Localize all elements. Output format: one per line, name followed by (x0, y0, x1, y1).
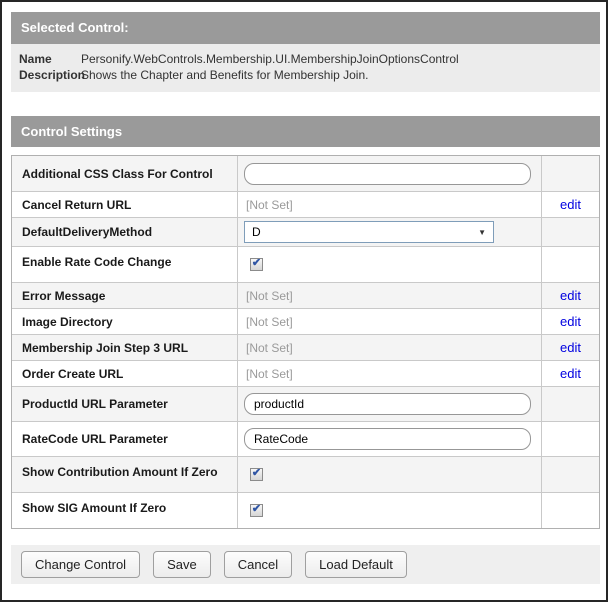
settings-row: Additional CSS Class For Control (12, 156, 599, 191)
settings-row: Cancel Return URL [Not Set] edit (12, 191, 599, 217)
change-control-button[interactable]: Change Control (21, 551, 141, 578)
setting-value-cell (238, 422, 542, 456)
setting-action-cell: edit (542, 283, 599, 308)
setting-value-cell: [Not Set] (238, 192, 542, 217)
setting-value-cell: [Not Set] (238, 335, 542, 360)
edit-link[interactable]: edit (560, 314, 581, 329)
setting-value-cell (238, 387, 542, 421)
cancel-button[interactable]: Cancel (223, 551, 293, 578)
setting-action-cell: edit (542, 309, 599, 334)
setting-label: Show SIG Amount If Zero (12, 493, 238, 528)
control-settings-page: Selected Control: Name Personify.WebCont… (0, 0, 608, 602)
description-label: Description (19, 68, 86, 82)
setting-readonly-value: [Not Set] (246, 314, 293, 329)
edit-link[interactable]: edit (560, 340, 581, 355)
setting-label: Order Create URL (12, 361, 238, 386)
name-row: Name Personify.WebControls.Membership.UI… (19, 51, 592, 67)
setting-label: Image Directory (12, 309, 238, 334)
description-row: Description Shows the Chapter and Benefi… (19, 67, 592, 83)
setting-readonly-value: [Not Set] (246, 288, 293, 303)
setting-label: Error Message (12, 283, 238, 308)
setting-readonly-value: [Not Set] (246, 340, 293, 355)
setting-label: DefaultDeliveryMethod (12, 218, 238, 246)
settings-table: Additional CSS Class For Control Cancel R… (11, 155, 600, 529)
settings-row: Error Message [Not Set] edit (12, 282, 599, 308)
setting-text-input[interactable] (244, 428, 531, 450)
setting-readonly-value: [Not Set] (246, 366, 293, 381)
settings-row: Image Directory [Not Set] edit (12, 308, 599, 334)
setting-action-cell (542, 247, 599, 282)
setting-value-cell: [Not Set] (238, 283, 542, 308)
setting-action-cell: edit (542, 192, 599, 217)
settings-row: RateCode URL Parameter (12, 421, 599, 456)
description-value: Shows the Chapter and Benefits for Membe… (81, 68, 369, 82)
setting-value-cell: D ▼ (238, 218, 542, 246)
setting-text-input[interactable] (244, 393, 531, 415)
edit-link[interactable]: edit (560, 288, 581, 303)
setting-label: Membership Join Step 3 URL (12, 335, 238, 360)
settings-row: Membership Join Step 3 URL [Not Set] edit (12, 334, 599, 360)
chevron-down-icon: ▼ (478, 227, 486, 237)
setting-label: RateCode URL Parameter (12, 422, 238, 456)
checkmark-icon: ✔ (251, 503, 262, 515)
setting-label: Enable Rate Code Change (12, 247, 238, 282)
control-settings-title: Control Settings (21, 124, 123, 139)
selected-control-header: Selected Control: (11, 12, 600, 44)
setting-action-cell: edit (542, 335, 599, 360)
selected-control-info: Name Personify.WebControls.Membership.UI… (11, 44, 600, 92)
setting-value-cell: [Not Set] (238, 361, 542, 386)
setting-select[interactable]: D ▼ (244, 221, 494, 243)
setting-text-input[interactable] (244, 162, 531, 185)
setting-label: Show Contribution Amount If Zero (12, 457, 238, 492)
load-default-button[interactable]: Load Default (305, 551, 407, 578)
checkmark-icon: ✔ (251, 467, 262, 479)
save-button[interactable]: Save (153, 551, 211, 578)
setting-action-cell (542, 493, 599, 528)
edit-link[interactable]: edit (560, 197, 581, 212)
settings-row: Show SIG Amount If Zero ✔ (12, 492, 599, 528)
name-value: Personify.WebControls.Membership.UI.Memb… (81, 52, 459, 66)
settings-row: Show Contribution Amount If Zero ✔ (12, 456, 599, 492)
setting-action-cell (542, 422, 599, 456)
edit-link[interactable]: edit (560, 366, 581, 381)
setting-value-cell: ✔ (238, 457, 542, 492)
name-label: Name (19, 52, 52, 66)
settings-row: DefaultDeliveryMethod D ▼ (12, 217, 599, 246)
selected-control-title: Selected Control: (21, 20, 129, 35)
button-strip: Change Control Save Cancel Load Default (11, 545, 600, 584)
checkmark-icon: ✔ (251, 257, 262, 269)
setting-label: Additional CSS Class For Control (12, 156, 238, 191)
setting-action-cell: edit (542, 361, 599, 386)
settings-row: Order Create URL [Not Set] edit (12, 360, 599, 386)
setting-label: Cancel Return URL (12, 192, 238, 217)
setting-checkbox[interactable]: ✔ (250, 468, 263, 481)
setting-label: ProductId URL Parameter (12, 387, 238, 421)
setting-checkbox[interactable]: ✔ (250, 504, 263, 517)
setting-value-cell: ✔ (238, 247, 542, 282)
setting-action-cell (542, 457, 599, 492)
setting-value-cell: [Not Set] (238, 309, 542, 334)
setting-value-cell (238, 156, 542, 191)
setting-checkbox[interactable]: ✔ (250, 258, 263, 271)
setting-readonly-value: [Not Set] (246, 197, 293, 212)
settings-row: Enable Rate Code Change ✔ (12, 246, 599, 282)
control-settings-header: Control Settings (11, 116, 600, 147)
setting-action-cell (542, 156, 599, 191)
select-value: D (252, 225, 261, 239)
setting-value-cell: ✔ (238, 493, 542, 528)
setting-action-cell (542, 218, 599, 246)
setting-action-cell (542, 387, 599, 421)
settings-row: ProductId URL Parameter (12, 386, 599, 421)
